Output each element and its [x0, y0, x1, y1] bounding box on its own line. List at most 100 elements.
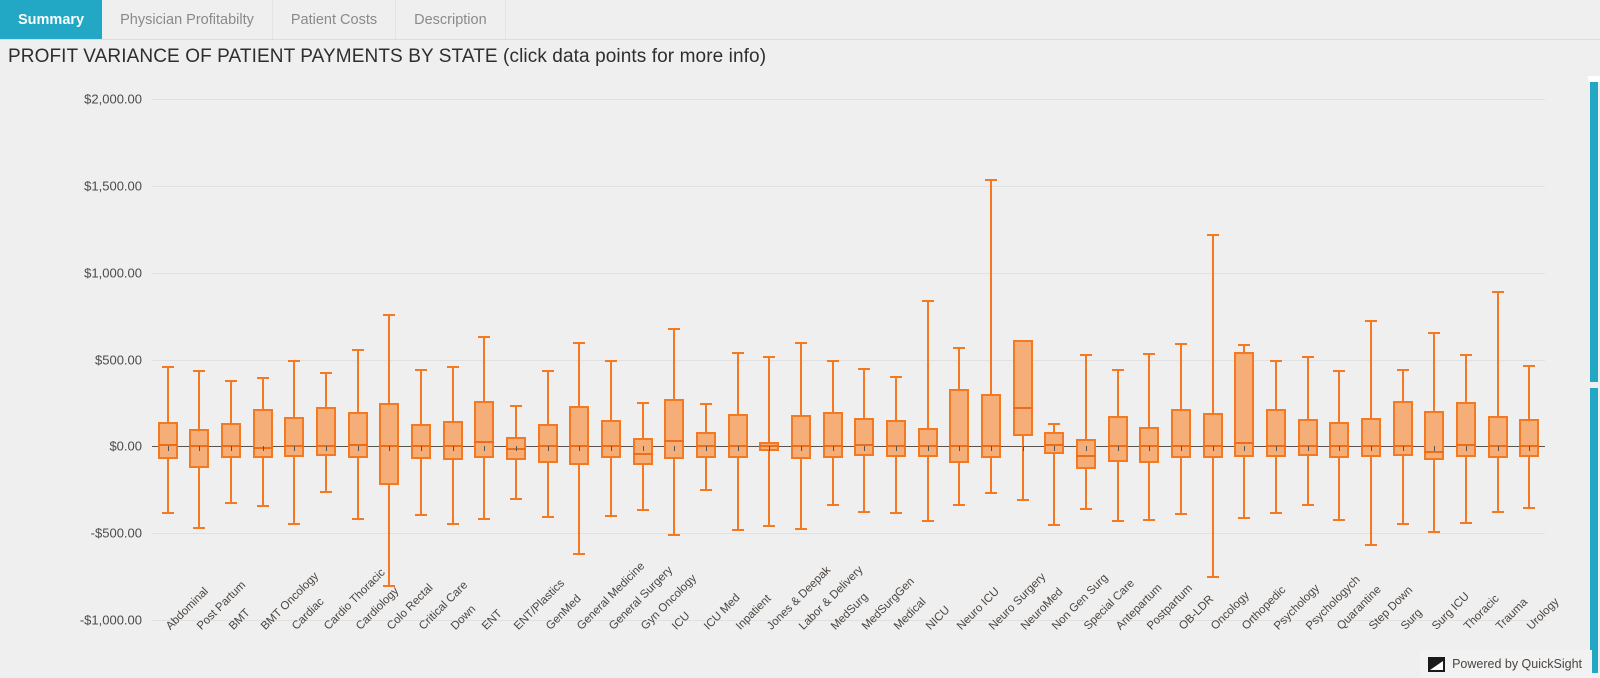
boxplot-item[interactable]	[1513, 99, 1545, 620]
visual-title: PROFIT VARIANCE OF PATIENT PAYMENTS BY S…	[8, 46, 767, 67]
boxplot-item[interactable]	[310, 99, 342, 620]
boxplot-item[interactable]	[595, 99, 627, 620]
whisker-cap-upper	[193, 369, 206, 372]
tab-summary-label: Summary	[18, 11, 85, 28]
boxplot-item[interactable]	[500, 99, 532, 620]
boxplot-item[interactable]	[1450, 99, 1482, 620]
whisker-cap-upper	[1364, 320, 1377, 323]
box-iqr[interactable]	[917, 428, 938, 457]
box-iqr[interactable]	[791, 415, 811, 460]
box-iqr[interactable]	[601, 420, 622, 458]
whisker-line	[768, 356, 771, 526]
box-iqr[interactable]	[221, 422, 242, 459]
boxplot-item[interactable]	[690, 99, 722, 620]
boxplot-item[interactable]	[279, 99, 311, 620]
boxplot-item[interactable]	[1387, 99, 1419, 620]
box-iqr[interactable]	[632, 437, 653, 466]
boxplot-item[interactable]	[1165, 99, 1197, 620]
whisker-line	[1211, 234, 1214, 576]
box-iqr[interactable]	[1487, 415, 1508, 459]
box-iqr[interactable]	[949, 389, 970, 463]
boxplot-item[interactable]	[184, 99, 216, 620]
box-iqr[interactable]	[1107, 415, 1128, 462]
box-iqr[interactable]	[157, 422, 178, 460]
whisker-cap-upper	[731, 351, 744, 354]
boxplot-item[interactable]	[1292, 99, 1324, 620]
tab-patient-costs[interactable]: Patient Costs	[273, 0, 397, 39]
boxplot-item[interactable]	[374, 99, 406, 620]
x-axis-tick	[833, 446, 834, 452]
whisker-cap-upper	[921, 300, 934, 303]
boxplot-item[interactable]	[1133, 99, 1165, 620]
boxplot-item[interactable]	[342, 99, 374, 620]
tab-summary[interactable]: Summary	[0, 0, 103, 39]
boxplot-item[interactable]	[975, 99, 1007, 620]
boxplot-item[interactable]	[912, 99, 944, 620]
box-iqr[interactable]	[822, 412, 843, 459]
tab-patient-costs-label: Patient Costs	[290, 11, 378, 28]
boxplot-item[interactable]	[849, 99, 881, 620]
box-iqr[interactable]	[1329, 422, 1350, 458]
box-iqr[interactable]	[1234, 351, 1255, 457]
boxplot-item[interactable]	[532, 99, 564, 620]
boxplot-item[interactable]	[1418, 99, 1450, 620]
whisker-cap-upper	[1333, 369, 1346, 372]
tab-description[interactable]: Description	[396, 0, 506, 39]
boxplot-item[interactable]	[754, 99, 786, 620]
box-iqr[interactable]	[569, 406, 590, 465]
boxplot-item[interactable]	[1260, 99, 1292, 620]
y-axis-tick-label: -$500.00	[90, 525, 142, 541]
boxplot-item[interactable]	[659, 99, 691, 620]
boxplot-item[interactable]	[469, 99, 501, 620]
y-axis-tick-label: $1,500.00	[84, 178, 142, 194]
boxplot-item[interactable]	[1355, 99, 1387, 620]
boxplot-item[interactable]	[1102, 99, 1134, 620]
x-axis-tick	[484, 446, 485, 452]
whisker-cap-upper	[1111, 369, 1124, 372]
tab-physician-profitabilty[interactable]: Physician Profitabilty	[102, 0, 273, 39]
boxplot-item[interactable]	[817, 99, 849, 620]
x-axis-tick	[1054, 446, 1055, 452]
x-axis-tick	[864, 446, 865, 452]
boxplot-item[interactable]	[722, 99, 754, 620]
boxplot-item[interactable]	[405, 99, 437, 620]
plot-area[interactable]	[152, 99, 1545, 621]
vertical-scrollbar-thumb-upper[interactable]	[1590, 82, 1598, 382]
boxplot-item[interactable]	[943, 99, 975, 620]
whisker-cap-lower	[1269, 512, 1282, 515]
boxplot-item[interactable]	[1228, 99, 1260, 620]
box-iqr[interactable]	[727, 414, 748, 459]
boxplot-item[interactable]	[1482, 99, 1514, 620]
boxplot-item[interactable]	[1007, 99, 1039, 620]
vertical-scrollbar-thumb-lower[interactable]	[1590, 388, 1598, 673]
boxplot-item[interactable]	[564, 99, 596, 620]
boxplot-item[interactable]	[785, 99, 817, 620]
whisker-cap-upper	[1048, 422, 1061, 425]
x-axis-tick	[1371, 446, 1372, 452]
boxplot-item[interactable]	[247, 99, 279, 620]
boxplot-item[interactable]	[1070, 99, 1102, 620]
box-iqr[interactable]	[442, 421, 463, 461]
boxplot-item[interactable]	[1197, 99, 1229, 620]
box-iqr[interactable]	[411, 423, 432, 460]
x-axis-tick	[1181, 446, 1182, 452]
boxplot-item[interactable]	[152, 99, 184, 620]
boxplot-item[interactable]	[627, 99, 659, 620]
vertical-scrollbar-track[interactable]	[1588, 40, 1600, 678]
box-iqr[interactable]	[537, 423, 558, 463]
boxplot-item[interactable]	[437, 99, 469, 620]
box-iqr[interactable]	[1012, 339, 1033, 436]
x-axis-tick	[674, 446, 675, 452]
box-iqr[interactable]	[1202, 413, 1223, 459]
boxplot-item[interactable]	[1038, 99, 1070, 620]
median-line	[1075, 455, 1096, 458]
boxplot-item[interactable]	[215, 99, 247, 620]
whisker-cap-lower	[731, 528, 744, 531]
box-iqr[interactable]	[347, 411, 368, 459]
whisker-cap-upper	[1206, 234, 1219, 237]
boxplot-item[interactable]	[880, 99, 912, 620]
box-iqr[interactable]	[1424, 410, 1445, 461]
quicksight-dashboard: Summary Physician Profitabilty Patient C…	[0, 0, 1600, 678]
boxplot-item[interactable]	[1323, 99, 1355, 620]
box-iqr[interactable]	[1075, 438, 1096, 469]
